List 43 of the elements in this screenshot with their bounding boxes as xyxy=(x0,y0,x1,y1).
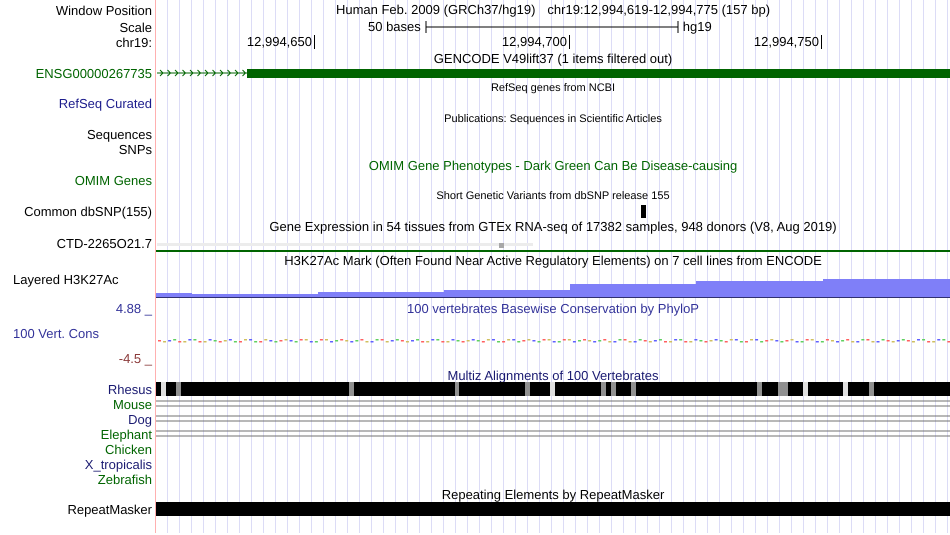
species-label: Chicken xyxy=(105,442,152,457)
track-label: RepeatMasker xyxy=(67,502,152,517)
position-text: chr19:12,994,619-12,994,775 (157 bp) xyxy=(547,1,770,20)
track-label: OMIM Genes xyxy=(74,173,152,188)
track-title: GENCODE V49lift37 (1 items filtered out) xyxy=(434,50,672,66)
track-title: OMIM Gene Phenotypes - Dark Green Can Be Disease-causing xyxy=(368,158,738,172)
assembly-text: Human Feb. 2009 (GRCh37/hg19) xyxy=(336,1,536,20)
track-title: Publications: Sequences in Scientific Articles xyxy=(444,112,662,126)
ruler-tick xyxy=(314,35,315,49)
scale-assembly-text: hg19 xyxy=(682,20,712,34)
row-label: Window Position xyxy=(56,2,152,18)
gene-label: ENSG00000267735 xyxy=(36,66,152,80)
scale-span-text: 50 bases xyxy=(368,20,421,34)
axis-max-label: 4.88 _ xyxy=(116,301,152,316)
track-title: Short Genetic Variants from dbSNP release 155 xyxy=(436,189,670,203)
track-label: Sequences xyxy=(86,127,152,142)
track-label: RefSeq Curated xyxy=(58,96,152,111)
row-label: chr19: xyxy=(116,34,152,50)
species-label: X_tropicalis xyxy=(84,457,152,472)
species-label: Elephant xyxy=(100,427,152,442)
track-title: 100 vertebrates Basewise Conservation by PhyloP xyxy=(407,301,699,316)
ruler-tick xyxy=(569,35,570,49)
species-label: Dog xyxy=(128,412,152,427)
track-title: RefSeq genes from NCBI xyxy=(490,81,616,95)
row-label: Scale xyxy=(119,20,152,34)
species-label: Mouse xyxy=(112,397,152,412)
track-title: Multiz Alignments of 100 Vertebrates xyxy=(447,368,658,383)
track-title: Repeating Elements by RepeatMasker xyxy=(442,487,664,502)
track-title: Gene Expression in 54 tissues from GTEx RNA-seq of 17382 samples, 948 donors (V8, Aug 2019) xyxy=(269,218,837,234)
species-label: Rhesus xyxy=(108,382,152,397)
track-title: H3K27Ac Mark (Often Found Near Active Regulatory Elements) on 7 cell lines from ENCODE xyxy=(284,252,822,268)
track-label: CTD-2265O21.7 xyxy=(56,236,152,250)
track-label: Layered H3K27Ac xyxy=(13,272,119,287)
track-label: SNPs xyxy=(118,142,152,157)
track-label: 100 Vert. Cons xyxy=(12,326,99,341)
ruler-tick-label: 12,994,650 xyxy=(246,35,313,49)
species-label: Zebrafish xyxy=(98,472,152,487)
snp-mark xyxy=(641,205,646,218)
ruler-tick-label: 12,994,700 xyxy=(502,35,568,49)
ruler-tick xyxy=(821,35,822,49)
ruler-tick-label: 12,994,750 xyxy=(754,35,820,49)
track-label: Common dbSNP(155) xyxy=(24,204,152,218)
axis-min-label: -4.5 _ xyxy=(118,351,152,366)
